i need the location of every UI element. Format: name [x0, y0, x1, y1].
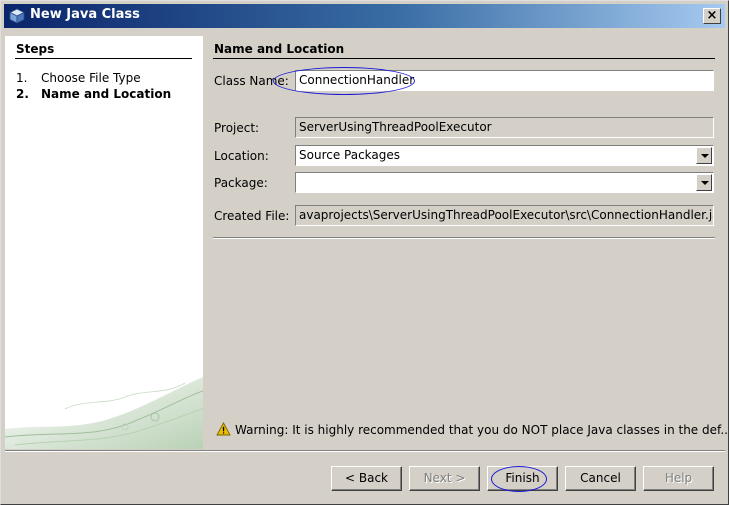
- created-file-field: avaprojects\ServerUsingThreadPoolExecuto…: [295, 205, 714, 226]
- step-choose-file-type: 1. Choose File Type: [16, 71, 141, 85]
- cancel-button[interactable]: Cancel: [565, 466, 636, 491]
- warning-message: Warning: It is highly recommended that y…: [216, 422, 729, 439]
- location-select[interactable]: Source Packages: [295, 145, 714, 166]
- chevron-down-icon[interactable]: [696, 174, 712, 191]
- package-select[interactable]: [295, 172, 714, 193]
- main-panel: Name and Location Class Name: Connection…: [203, 36, 729, 449]
- back-button[interactable]: < Back: [331, 466, 402, 491]
- button-bar-separator: [5, 450, 725, 452]
- warning-text: Warning: It is highly recommended that y…: [235, 423, 729, 437]
- steps-title: Steps: [16, 42, 55, 56]
- window-title: New Java Class: [30, 7, 140, 22]
- section-divider: [213, 58, 715, 59]
- project-field: ServerUsingThreadPoolExecutor: [295, 117, 714, 138]
- steps-divider: [15, 58, 192, 59]
- package-label: Package:: [214, 176, 268, 190]
- java-class-cube-icon: [9, 8, 25, 24]
- created-file-label: Created File:: [214, 209, 290, 223]
- steps-panel: Steps 1. Choose File Type 2. Name and Loca…: [5, 36, 203, 449]
- finish-button[interactable]: Finish: [487, 466, 558, 491]
- class-name-label: Class Name:: [214, 74, 289, 88]
- step-number: 2.: [16, 87, 29, 101]
- close-button[interactable]: ×: [703, 8, 721, 24]
- step-name-and-location: 2. Name and Location: [16, 87, 171, 101]
- close-icon: ×: [706, 8, 718, 23]
- decorative-swirl-graphic: [5, 377, 203, 449]
- new-java-class-dialog: New Java Class × Steps 1. Choose File Typ…: [0, 0, 729, 505]
- form-separator: [213, 237, 715, 239]
- chevron-down-icon[interactable]: [696, 147, 712, 164]
- section-title: Name and Location: [214, 42, 345, 56]
- step-number: 1.: [16, 71, 28, 85]
- location-value: Source Packages: [299, 148, 401, 162]
- next-button[interactable]: Next >: [409, 466, 480, 491]
- step-label: Name and Location: [41, 87, 172, 101]
- warning-triangle-icon: [216, 422, 231, 439]
- help-button[interactable]: Help: [643, 466, 714, 491]
- location-label: Location:: [214, 149, 269, 163]
- class-name-input[interactable]: ConnectionHandler: [295, 70, 714, 91]
- title-bar[interactable]: New Java Class ×: [4, 4, 725, 28]
- step-label: Choose File Type: [41, 71, 141, 85]
- project-label: Project:: [214, 121, 260, 135]
